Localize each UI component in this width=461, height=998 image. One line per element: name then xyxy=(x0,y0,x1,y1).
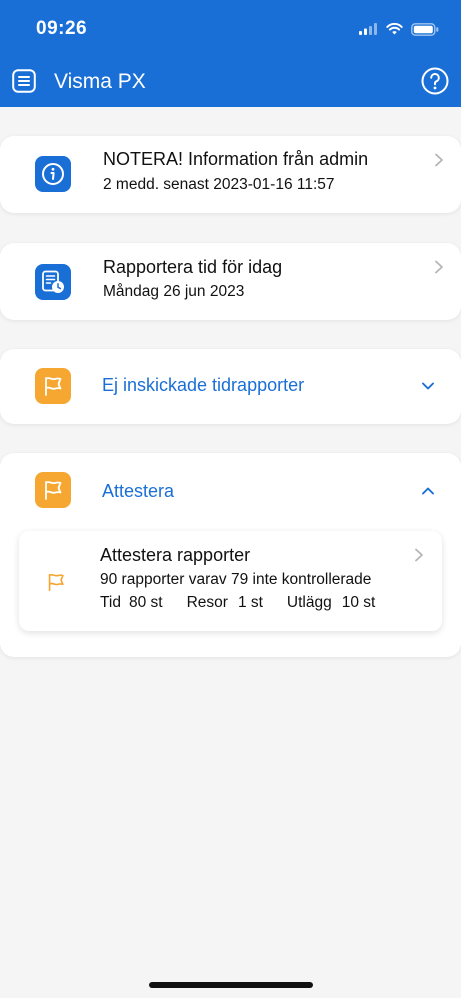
wifi-icon xyxy=(386,23,403,35)
notice-title: NOTERA! Information från admin xyxy=(103,149,369,169)
menu-icon[interactable] xyxy=(12,69,36,93)
flag-icon xyxy=(35,368,71,404)
status-time: 09:26 xyxy=(36,18,88,39)
stat-value: 1 st xyxy=(237,594,263,611)
chevron-right-icon xyxy=(435,260,443,274)
stat-label: Utlägg xyxy=(286,594,332,611)
app-title: Visma PX xyxy=(54,70,146,93)
help-icon[interactable] xyxy=(421,67,449,95)
info-icon xyxy=(35,156,71,192)
attest-stats: Tid 80 st Resor 1 st Utlägg 10 st xyxy=(100,594,375,612)
chevron-right-icon xyxy=(435,153,443,167)
attest-reports-title: Attestera rapporter xyxy=(100,545,251,565)
stat-value: 10 st xyxy=(341,594,376,611)
flag-icon xyxy=(35,472,71,508)
attest-reports-item[interactable]: Attestera rapporter 90 rapporter varav 7… xyxy=(19,531,442,631)
timesheet-clock-icon xyxy=(35,264,71,300)
attest-section-title[interactable]: Attestera xyxy=(102,481,174,502)
report-time-date: Måndag 26 jun 2023 xyxy=(103,283,245,300)
app-header: 09:26 Visma PX xyxy=(0,0,461,107)
unsent-reports-title: Ej inskickade tidrapporter xyxy=(102,375,305,395)
status-icons xyxy=(359,20,439,38)
unsent-reports-section[interactable]: Ej inskickade tidrapporter xyxy=(0,349,461,424)
chevron-down-icon xyxy=(422,382,434,390)
stat-label: Tid xyxy=(100,594,121,611)
attest-section: Attestera Attestera rapporter 90 rapport… xyxy=(0,453,461,657)
signal-icon xyxy=(359,23,377,35)
battery-icon xyxy=(411,22,439,36)
chevron-right-icon xyxy=(415,548,423,562)
chevron-up-icon[interactable] xyxy=(421,484,435,498)
notice-card[interactable]: NOTERA! Information från admin 2 medd. s… xyxy=(0,136,461,213)
notice-subtitle: 2 medd. senast 2023-01-16 11:57 xyxy=(103,176,335,193)
home-indicator xyxy=(149,982,313,988)
attest-reports-summary: 90 rapporter varav 79 inte kontrollerade xyxy=(100,571,372,588)
stat-label: Resor xyxy=(186,594,228,611)
report-time-card[interactable]: Rapportera tid för idag Måndag 26 jun 20… xyxy=(0,243,461,320)
stat-value: 80 st xyxy=(128,594,163,611)
flag-outline-icon xyxy=(48,573,64,592)
report-time-title: Rapportera tid för idag xyxy=(103,257,283,277)
